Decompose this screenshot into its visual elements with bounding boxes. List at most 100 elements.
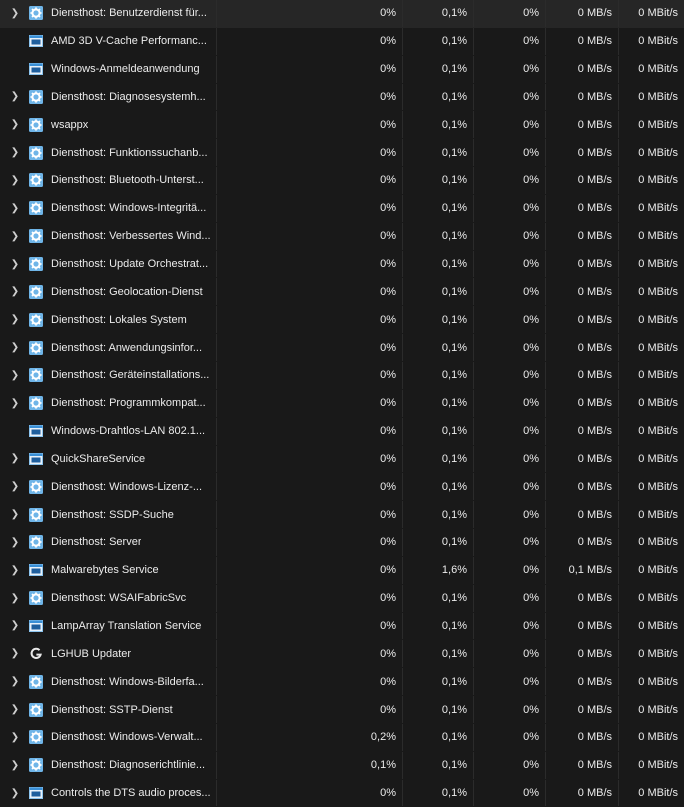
table-row[interactable]: ❯ Diensthost: Benutzerdienst für... 0% 0,1%… bbox=[0, 0, 684, 28]
chevron-right-icon[interactable]: ❯ bbox=[8, 732, 22, 743]
table-row[interactable]: ❯ Diensthost: Server 0% 0,1% 0% 0 MB/s 0 MBit/… bbox=[0, 529, 684, 557]
cpu-usage-cell: 0% bbox=[217, 779, 403, 807]
table-row[interactable]: ❯ Diensthost: Diagnosesystemh... 0% 0,1% 0% 0… bbox=[0, 83, 684, 112]
process-name-cell: ❯ LGHUB Updater bbox=[0, 640, 217, 668]
chevron-right-icon[interactable]: ❯ bbox=[8, 565, 22, 576]
chevron-right-icon[interactable]: ❯ bbox=[8, 286, 22, 297]
process-name-cell: ❯ LampArray Translation Service bbox=[0, 612, 217, 640]
network-mbit-cell: 0 MBit/s bbox=[638, 592, 678, 605]
chevron-right-icon[interactable]: ❯ bbox=[8, 620, 22, 631]
process-name: Diensthost: Windows-Integritä... bbox=[51, 202, 207, 215]
chevron-right-icon[interactable]: ❯ bbox=[8, 147, 22, 158]
table-row[interactable]: ❯ Diensthost: Windows-Bilderfa... 0% 0,1% 0%… bbox=[0, 668, 684, 696]
table-row[interactable]: ❯ Controls the DTS audio proces... 0% 0,1% 0… bbox=[0, 779, 684, 807]
cpu-usage-cell: 0% bbox=[217, 278, 403, 306]
network-mbit-cell: 0 MBit/s bbox=[638, 7, 678, 20]
table-row[interactable]: ❯Windows-Drahtlos-LAN 802.1...0%0,1%0%0 … bbox=[0, 417, 684, 446]
chevron-right-icon[interactable]: ❯ bbox=[8, 398, 22, 409]
table-row[interactable]: ❯ Diensthost: Funktionssuchanb... 0% 0,1% 0%… bbox=[0, 139, 684, 167]
chevron-right-icon[interactable]: ❯ bbox=[8, 342, 22, 353]
table-row[interactable]: ❯ Diensthost: Windows-Integritä... 0% 0,1% 0… bbox=[0, 194, 684, 223]
table-row[interactable]: ❯AMD 3D V-Cache Performanc...0%0,1%0%0 M… bbox=[0, 27, 684, 56]
service-gear-icon bbox=[29, 507, 43, 522]
table-row[interactable]: ❯ Diensthost: SSDP-Suche 0% 0,1% 0% 0 MB/s 0 M… bbox=[0, 501, 684, 529]
chevron-right-icon[interactable]: ❯ bbox=[8, 593, 22, 604]
table-row[interactable]: ❯ LGHUB Updater 0% 0,1% 0% 0 MB/s 0 MBit/s bbox=[0, 640, 684, 668]
process-name: Diensthost: SSDP-Suche bbox=[51, 508, 174, 521]
chevron-right-icon[interactable]: ❯ bbox=[8, 537, 22, 548]
table-row[interactable]: ❯ Diensthost: Geräteinstallations... 0% 0,1… bbox=[0, 361, 684, 390]
process-name: Diensthost: Update Orchestrat... bbox=[51, 258, 209, 271]
chevron-right-icon[interactable]: ❯ bbox=[8, 314, 22, 325]
cpu-usage-cell: 0% bbox=[217, 334, 403, 361]
process-name: Diensthost: Anwendungsinfor... bbox=[51, 341, 203, 354]
table-row[interactable]: ❯ wsappx 0% 0,1% 0% 0 MB/s 0 MBit/s bbox=[0, 111, 684, 139]
network-mbit-cell: 0 MBit/s bbox=[638, 508, 678, 521]
network-mbit-cell: 0 MBit/s bbox=[638, 731, 678, 744]
network-mbit-cell: 0 MBit/s bbox=[638, 703, 678, 716]
table-row[interactable]: ❯ LampArray Translation Service 0% 0,1% 0% 0 … bbox=[0, 612, 684, 641]
chevron-right-icon[interactable]: ❯ bbox=[8, 231, 22, 242]
process-name: wsappx bbox=[51, 118, 89, 131]
process-name-cell: ❯Windows-Drahtlos-LAN 802.1... bbox=[0, 417, 217, 445]
chevron-right-icon[interactable]: ❯ bbox=[8, 788, 22, 799]
table-row[interactable]: ❯ Diensthost: SSTP-Dienst 0% 0,1% 0% 0 MB/s 0 … bbox=[0, 696, 684, 724]
table-row[interactable]: ❯ Diensthost: Update Orchestrat... 0% 0,1% 0… bbox=[0, 250, 684, 279]
process-name-cell: ❯ Diensthost: Server bbox=[0, 529, 217, 556]
chevron-right-icon[interactable]: ❯ bbox=[8, 676, 22, 687]
table-row[interactable]: ❯ Malwarebytes Service 0% 1,6% 0% 0,1 MB/s 0 M… bbox=[0, 556, 684, 585]
service-gear-icon bbox=[29, 145, 43, 160]
table-row[interactable]: ❯ Diensthost: WSAIFabricSvc 0% 0,1% 0% 0 MB/s… bbox=[0, 584, 684, 613]
cpu-usage-cell: 0% bbox=[217, 640, 403, 668]
table-row[interactable]: ❯ QuickShareService 0% 0,1% 0% 0 MB/s 0 MBit/s bbox=[0, 445, 684, 474]
service-gear-icon bbox=[29, 312, 43, 327]
chevron-right-icon[interactable]: ❯ bbox=[8, 760, 22, 771]
service-gear-icon bbox=[29, 758, 43, 773]
chevron-right-icon[interactable]: ❯ bbox=[8, 119, 22, 130]
chevron-right-icon[interactable]: ❯ bbox=[8, 648, 22, 659]
table-row[interactable]: ❯ Diensthost: Diagnoserichtlinie... 0,1% 0,… bbox=[0, 751, 684, 780]
process-name: Diensthost: Lokales System bbox=[51, 313, 187, 326]
chevron-right-icon[interactable]: ❯ bbox=[8, 91, 22, 102]
table-row[interactable]: ❯ Diensthost: Lokales System 0% 0,1% 0% 0 MB/… bbox=[0, 306, 684, 334]
cpu-usage-cell: 0% bbox=[217, 27, 403, 55]
disk-usage-cell: 0% bbox=[474, 584, 546, 612]
table-row[interactable]: ❯ Diensthost: Anwendungsinfor... 0% 0,1% 0% 0… bbox=[0, 334, 684, 362]
service-gear-icon bbox=[29, 479, 43, 494]
service-gear-icon bbox=[29, 674, 43, 689]
table-row[interactable]: ❯ Diensthost: Verbessertes Wind... 0% 0,1% 0… bbox=[0, 222, 684, 251]
table-row[interactable]: ❯ Diensthost: Programmkompat... 0% 0,1% 0% 0 … bbox=[0, 389, 684, 418]
chevron-right-icon[interactable]: ❯ bbox=[8, 203, 22, 214]
process-name: Diensthost: Benutzerdienst für... bbox=[51, 7, 207, 20]
table-row[interactable]: ❯Windows-Anmeldeanwendung0%0,1%0%0 MB/s0… bbox=[0, 55, 684, 84]
process-name: Windows-Anmeldeanwendung bbox=[51, 63, 200, 76]
process-name-cell: ❯ Diensthost: Windows-Integritä... bbox=[0, 194, 217, 222]
table-row[interactable]: ❯ Diensthost: Geolocation-Dienst 0% 0,1% 0% 0… bbox=[0, 278, 684, 306]
table-row[interactable]: ❯ Diensthost: Windows-Lizenz-... 0% 0,1% 0% 0… bbox=[0, 473, 684, 501]
process-name: Diensthost: Geräteinstallations... bbox=[51, 369, 210, 382]
process-name-cell: ❯ Diensthost: Funktionssuchanb... bbox=[0, 139, 217, 167]
memory-usage-cell: 0,1% bbox=[403, 473, 474, 501]
table-row[interactable]: ❯ Diensthost: Windows-Verwalt... 0,2% 0,1% 0… bbox=[0, 723, 684, 752]
process-name-cell: ❯ Diensthost: Bluetooth-Unterst... bbox=[0, 167, 217, 194]
disk-usage-cell: 0% bbox=[474, 389, 546, 417]
chevron-right-icon[interactable]: ❯ bbox=[8, 481, 22, 492]
app-window-icon bbox=[29, 619, 43, 633]
chevron-right-icon[interactable]: ❯ bbox=[8, 8, 22, 19]
cpu-usage-cell: 0% bbox=[217, 306, 403, 334]
network-mbit-cell: 0 MBit/s bbox=[638, 787, 678, 800]
chevron-right-icon[interactable]: ❯ bbox=[8, 453, 22, 464]
table-row[interactable]: ❯ Diensthost: Bluetooth-Unterst... 0% 0,1% 0… bbox=[0, 167, 684, 195]
chevron-right-icon[interactable]: ❯ bbox=[8, 704, 22, 715]
chevron-right-icon[interactable]: ❯ bbox=[8, 175, 22, 186]
chevron-right-icon[interactable]: ❯ bbox=[8, 370, 22, 381]
chevron-right-icon[interactable]: ❯ bbox=[8, 509, 22, 520]
network-mbit-cell: 0 MBit/s bbox=[638, 118, 678, 131]
chevron-right-icon[interactable]: ❯ bbox=[8, 259, 22, 270]
process-name: AMD 3D V-Cache Performanc... bbox=[51, 35, 207, 48]
network-usage-cell: 0 MB/s bbox=[546, 389, 619, 417]
service-gear-icon bbox=[29, 284, 43, 299]
network-usage-cell: 0 MB/s bbox=[546, 194, 619, 222]
process-name: Controls the DTS audio proces... bbox=[51, 787, 211, 800]
process-name-cell: ❯ Diensthost: Benutzerdienst für... bbox=[0, 0, 217, 27]
